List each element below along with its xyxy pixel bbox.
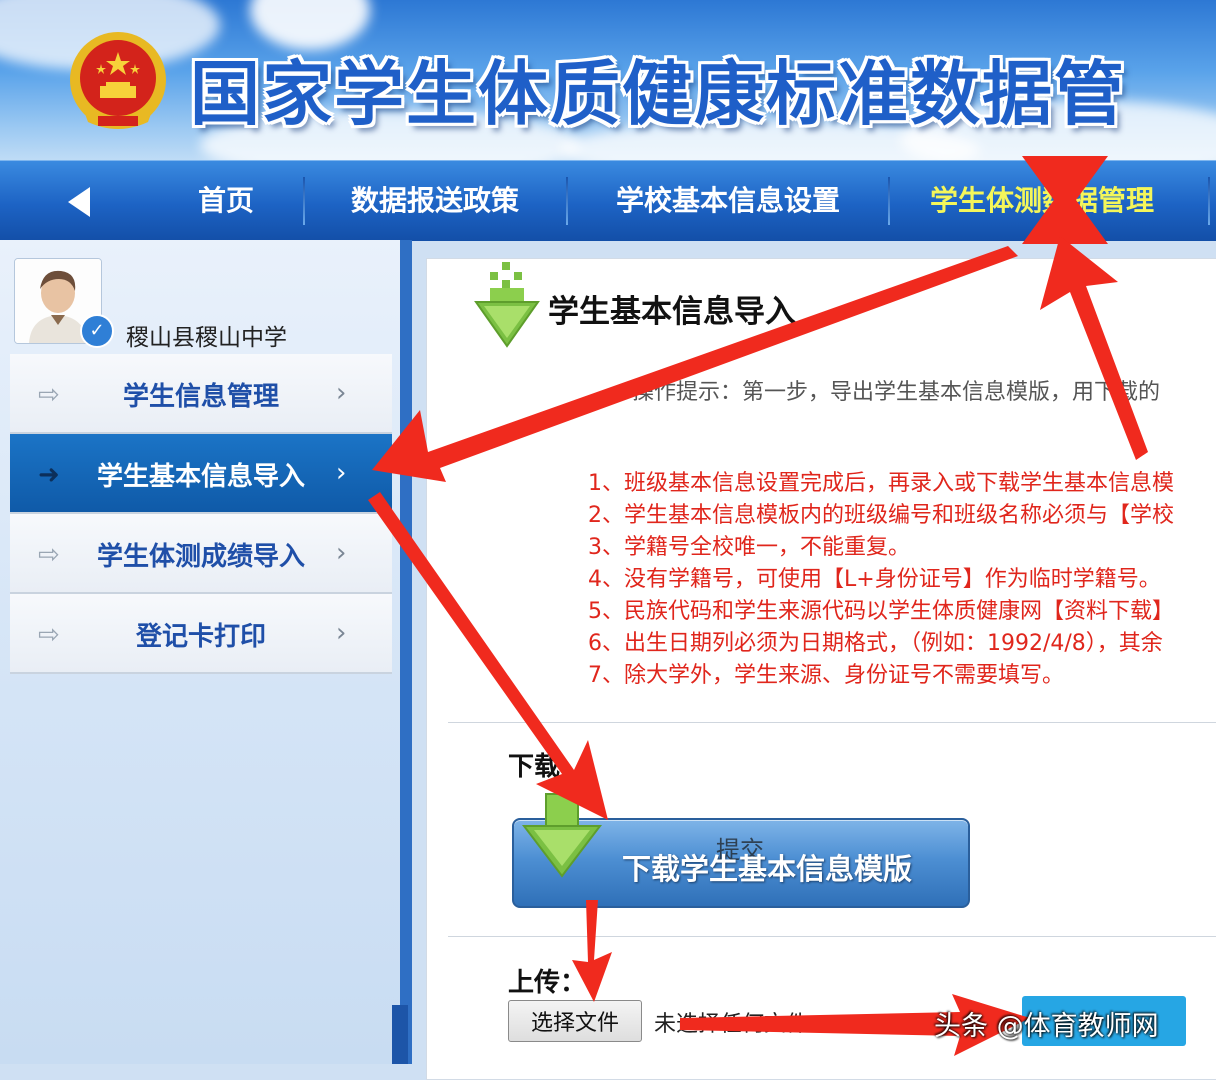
rule-item: 2、学生基本信息模板内的班级编号和班级名称必须与【学校 xyxy=(588,503,1174,528)
download-arrow-icon xyxy=(521,793,603,878)
main-nav: 首页 数据报送政策 学校基本信息设置 学生体测数据管理 xyxy=(0,160,1216,241)
rule-item: 1、班级基本信息设置完成后，再录入或下载学生基本信息模 xyxy=(588,471,1174,496)
sidebar-item-label: 学生体测成绩导入 xyxy=(96,542,305,572)
school-name: 稷山县稷山中学 xyxy=(126,325,287,351)
nav-item-policy[interactable]: 数据报送政策 xyxy=(306,161,564,241)
operation-tip: 操作提示：第一步，导出学生基本信息模版，用下载的 xyxy=(632,380,1161,405)
choose-file-button[interactable]: 选择文件 xyxy=(508,1000,642,1042)
import-download-icon xyxy=(474,262,540,348)
chevron-right-icon: › xyxy=(336,458,347,488)
site-title: 国家学生体质健康标准数据管 xyxy=(190,53,1126,135)
sidebar-item-label: 学生基本信息导入 xyxy=(96,462,305,492)
sidebar-item-student-info[interactable]: ⇨ 学生信息管理 › xyxy=(10,354,392,434)
rule-item: 5、民族代码和学生来源代码以学生体质健康网【资料下载】 xyxy=(588,599,1174,624)
rule-item: 4、没有学籍号，可使用【L+身份证号】作为临时学籍号。 xyxy=(588,567,1161,592)
sidebar-item-label: 学生信息管理 xyxy=(122,382,279,412)
sidebar-item-score-import[interactable]: ⇨ 学生体测成绩导入 › xyxy=(10,514,392,594)
no-file-chosen-text: 未选择任何文件 xyxy=(654,1012,809,1037)
national-emblem-icon xyxy=(70,32,166,129)
rule-item: 7、除大学外，学生来源、身份证号不需要填写。 xyxy=(588,663,1064,688)
chevron-right-icon: › xyxy=(336,378,347,408)
sidebar-collapse-handle[interactable] xyxy=(392,1005,408,1064)
nav-prev-arrow-icon[interactable] xyxy=(68,187,90,217)
sidebar-item-card-print[interactable]: ⇨ 登记卡打印 › xyxy=(10,594,392,674)
nav-item-student-data[interactable]: 学生体测数据管理 xyxy=(892,161,1192,241)
rule-item: 6、出生日期列必须为日期格式，（例如：1992/4/8），其余 xyxy=(588,631,1163,656)
divider xyxy=(448,936,1216,937)
download-template-label: 下载学生基本信息模版 xyxy=(622,852,913,886)
nav-item-school-settings[interactable]: 学校基本信息设置 xyxy=(570,161,886,241)
sidebar-item-basic-import[interactable]: ➜ 学生基本信息导入 › xyxy=(10,434,392,514)
divider xyxy=(448,722,1216,723)
sidebar-item-label: 登记卡打印 xyxy=(135,622,266,652)
page-title: 学生基本信息导入 xyxy=(548,294,796,330)
rules-list: 1、班级基本信息设置完成后，再录入或下载学生基本信息模 2、学生基本信息模板内的… xyxy=(588,468,1174,692)
sidebar-divider xyxy=(400,240,412,1064)
nav-item-home[interactable]: 首页 xyxy=(150,161,302,241)
chevron-right-icon: › xyxy=(336,618,347,648)
upload-section-label: 上传： xyxy=(508,968,587,998)
chevron-right-icon: › xyxy=(336,538,347,568)
verified-check-icon: ✓ xyxy=(80,314,114,348)
rule-item: 3、学籍号全校唯一，不能重复。 xyxy=(588,535,910,560)
site-banner: 国家学生体质健康标准数据管 xyxy=(0,0,1216,160)
watermark: 头条 @体育教师网 xyxy=(934,1011,1159,1042)
download-section-label: 下载 xyxy=(508,752,561,782)
